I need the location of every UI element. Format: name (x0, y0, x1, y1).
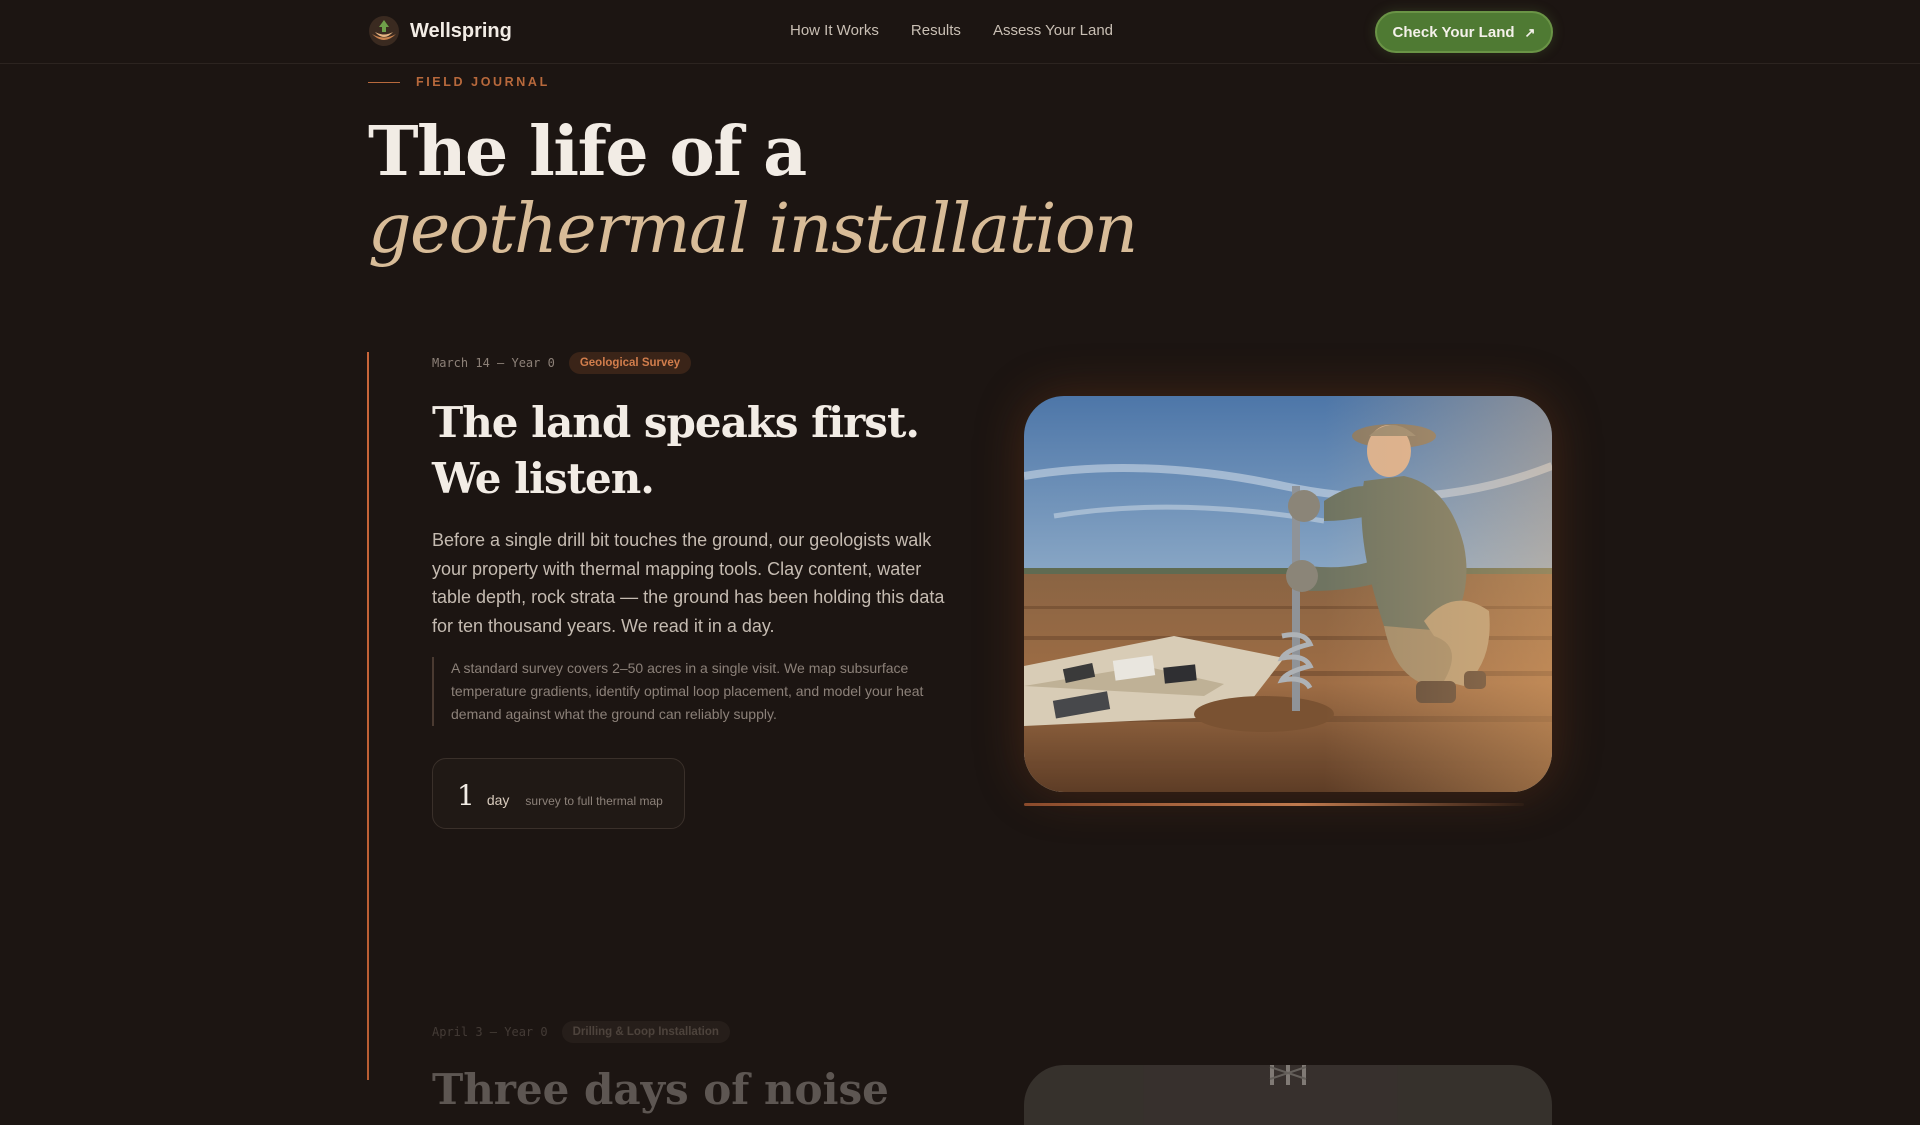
top-nav: Wellspring How It Works Results Assess Y… (0, 0, 1920, 64)
drilling-rig-icon (1269, 1065, 1307, 1085)
eyebrow-rule (368, 81, 400, 83)
photo-progress-bar (1024, 803, 1524, 806)
page-title-line1: The life of a (368, 112, 807, 192)
entry-meta: March 14 — Year 0 Geological Survey (432, 352, 692, 374)
survey-photo-illustration (1024, 396, 1552, 792)
stat-number: 1 (457, 779, 475, 812)
arrow-up-right-icon: ↗ (1524, 24, 1536, 40)
entry2-date: April 3 — Year 0 (432, 1025, 548, 1039)
entry2-title: Three days of noise (432, 1065, 889, 1114)
entry-tag: Geological Survey (568, 352, 692, 374)
page-title-line2: geothermal installation (368, 190, 1138, 269)
timeline-rule (367, 352, 369, 1080)
brand[interactable]: Wellspring (368, 15, 512, 47)
drilling-photo (1024, 1065, 1552, 1125)
nav-links: How It Works Results Assess Your Land (790, 22, 1113, 39)
entry2-tag: Drilling & Loop Installation (561, 1021, 730, 1043)
entry2-meta: April 3 — Year 0 Drilling & Loop Install… (432, 1021, 730, 1043)
nav-link-how-it-works[interactable]: How It Works (790, 22, 879, 39)
stat-card: 1 day survey to full thermal map (432, 758, 685, 829)
entry-body: Before a single drill bit touches the gr… (432, 530, 945, 636)
check-your-land-button[interactable]: Check Your Land ↗ (1375, 11, 1553, 53)
nav-link-results[interactable]: Results (911, 22, 961, 39)
stat-description: survey to full thermal map (525, 794, 663, 808)
eyebrow: FIELD JOURNAL (368, 75, 550, 89)
stat-unit: day (486, 792, 510, 808)
entry-quote: A standard survey covers 2–50 acres in a… (432, 657, 952, 726)
entry-title: The land speaks first. We listen. (432, 398, 920, 503)
entry-date: March 14 — Year 0 (432, 356, 555, 370)
nav-link-assess-your-land[interactable]: Assess Your Land (993, 22, 1113, 39)
cta-label: Check Your Land (1392, 23, 1515, 41)
brand-name: Wellspring (410, 19, 512, 42)
wellspring-logo-icon (369, 16, 399, 46)
survey-photo (1024, 396, 1552, 792)
eyebrow-text: FIELD JOURNAL (416, 75, 550, 89)
